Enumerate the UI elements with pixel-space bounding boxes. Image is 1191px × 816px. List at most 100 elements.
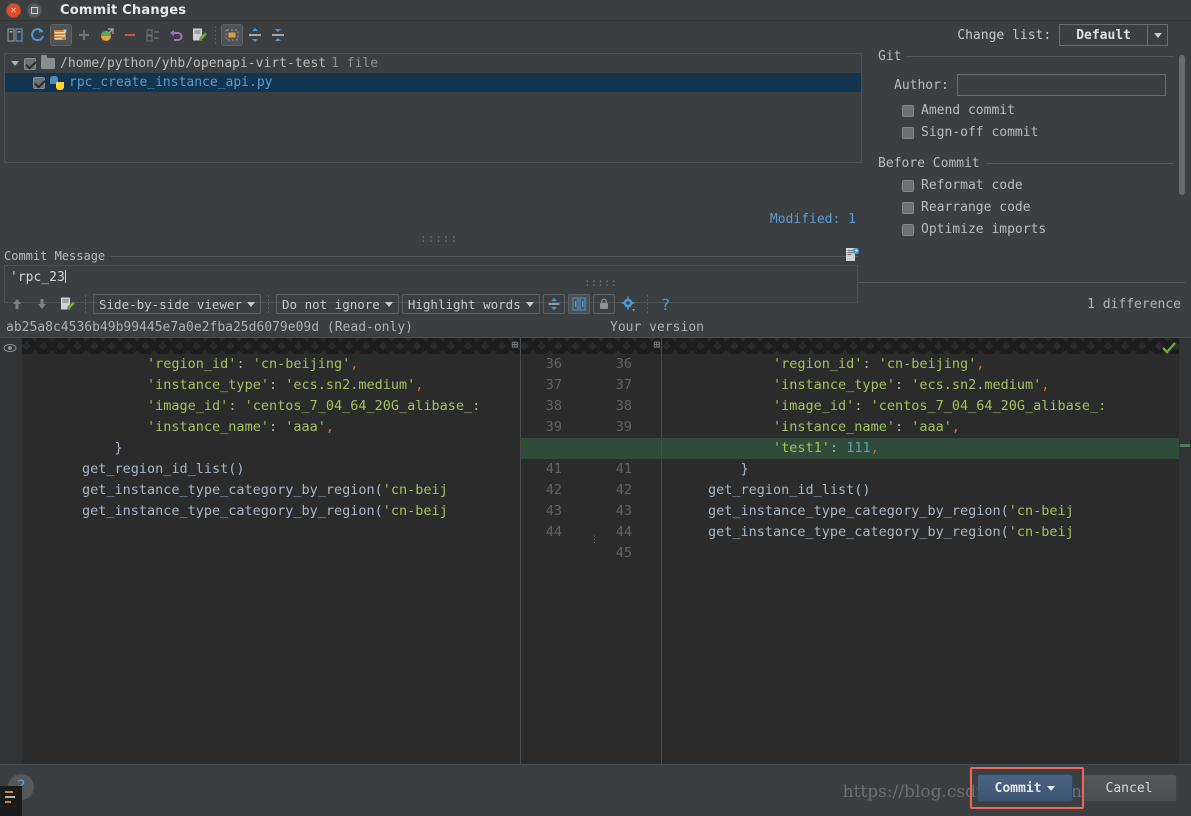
expand-all-icon[interactable] bbox=[244, 24, 266, 46]
checkbox-box[interactable] bbox=[902, 201, 914, 214]
line-number: 38 bbox=[615, 398, 632, 414]
cancel-button-label: Cancel bbox=[1105, 780, 1153, 796]
modified-status: Modified: 1 bbox=[770, 212, 856, 227]
checkbox-box[interactable] bbox=[902, 179, 914, 192]
upper-panel: /home/python/yhb/openapi-virt-test 1 fil… bbox=[0, 49, 1191, 303]
chevron-down-icon[interactable] bbox=[1047, 785, 1056, 791]
eye-icon[interactable] bbox=[3, 341, 17, 355]
checkbox-box[interactable] bbox=[902, 223, 914, 236]
collapse-unchanged-icon[interactable] bbox=[542, 294, 565, 314]
edit-source-icon[interactable] bbox=[56, 293, 78, 315]
collapse-all-icon[interactable] bbox=[267, 24, 289, 46]
window-title-bar: ✕ Commit Changes bbox=[0, 0, 1191, 21]
remove-icon[interactable] bbox=[119, 24, 141, 46]
chevron-down-icon[interactable] bbox=[525, 301, 534, 307]
root-file-count: 1 file bbox=[331, 56, 379, 71]
checkbox-box[interactable] bbox=[902, 104, 914, 117]
close-icon[interactable]: ✕ bbox=[6, 2, 21, 18]
left-collapsed-marker[interactable]: ⊞ bbox=[22, 338, 520, 354]
commit-button[interactable]: Commit bbox=[977, 774, 1073, 802]
highlight-mode-select[interactable]: Highlight words bbox=[401, 294, 540, 314]
chevron-down-icon[interactable] bbox=[1147, 25, 1167, 45]
splitter-handle[interactable]: ::::: bbox=[420, 232, 458, 245]
viewer-mode-select[interactable]: Side-by-side viewer bbox=[93, 294, 261, 314]
chevron-down-icon[interactable] bbox=[11, 61, 19, 66]
folder-icon bbox=[41, 55, 55, 69]
code-line: 'region_id': 'cn-beijing', bbox=[147, 356, 359, 372]
expand-icon[interactable]: ⊞ bbox=[653, 338, 660, 351]
arrow-up-icon[interactable] bbox=[6, 293, 28, 315]
rearrange-code-checkbox[interactable]: Rearrange code bbox=[902, 200, 1191, 215]
viewer-mode-value: Side-by-side viewer bbox=[99, 296, 242, 312]
changelist-select[interactable]: Default bbox=[1059, 24, 1168, 46]
root-checkbox[interactable] bbox=[24, 57, 36, 70]
show-whitespace-icon[interactable] bbox=[567, 294, 590, 314]
code-line: get_instance_type_category_by_region('cn… bbox=[708, 524, 1074, 540]
code-line: get_region_id_list() bbox=[708, 482, 871, 498]
lock-icon[interactable] bbox=[592, 294, 615, 314]
cancel-button[interactable]: Cancel bbox=[1081, 774, 1177, 802]
right-overview-strip[interactable] bbox=[1179, 338, 1191, 777]
left-diff-pane[interactable]: ⊞ 'region_id': 'cn-beijing', 'instance_t… bbox=[22, 338, 520, 777]
toolbar-separator bbox=[646, 295, 648, 313]
changes-right-panel: Git Author: Amend commit Sign-off commit… bbox=[866, 49, 1191, 273]
line-number: 45 bbox=[615, 545, 632, 561]
author-row: Author: bbox=[894, 74, 1191, 96]
file-tree[interactable]: /home/python/yhb/openapi-virt-test 1 fil… bbox=[4, 53, 862, 163]
reformat-code-checkbox[interactable]: Reformat code bbox=[902, 178, 1191, 193]
rearrange-code-label: Rearrange code bbox=[921, 200, 1031, 215]
line-number: 36 bbox=[615, 356, 632, 372]
commit-message-label: Commit Message bbox=[4, 249, 106, 263]
line-number: 43 bbox=[615, 503, 632, 519]
optimize-imports-label: Optimize imports bbox=[921, 222, 1047, 237]
commit-history-icon[interactable] bbox=[844, 247, 860, 263]
expand-select-icon[interactable] bbox=[142, 24, 164, 46]
group-by-directory-icon[interactable] bbox=[221, 24, 243, 46]
root-path: /home/python/yhb/openapi-virt-test bbox=[60, 56, 327, 71]
drag-dots[interactable]: ⋮ bbox=[590, 536, 599, 545]
gear-icon[interactable] bbox=[618, 293, 640, 315]
python-file-icon bbox=[50, 75, 64, 90]
diff-body[interactable]: ⊞ 'region_id': 'cn-beijing', 'instance_t… bbox=[0, 337, 1191, 777]
arrow-down-icon[interactable] bbox=[31, 293, 53, 315]
chevron-down-icon[interactable] bbox=[247, 301, 255, 307]
code-line: } bbox=[82, 440, 123, 456]
move-to-changelist-icon[interactable] bbox=[96, 24, 118, 46]
right-panel-scrollbar[interactable] bbox=[1179, 55, 1185, 195]
optimize-imports-checkbox[interactable]: Optimize imports bbox=[902, 222, 1191, 237]
code-line: 'instance_type': 'ecs.sn2.medium', bbox=[773, 377, 1050, 393]
maximize-icon[interactable] bbox=[27, 2, 42, 18]
tree-row-file[interactable]: rpc_create_instance_api.py bbox=[5, 73, 861, 92]
file-checkbox[interactable] bbox=[33, 76, 45, 89]
checkbox-box[interactable] bbox=[902, 126, 914, 139]
add-icon[interactable] bbox=[73, 24, 95, 46]
question-icon[interactable]: ? bbox=[655, 293, 677, 315]
chevron-down-icon[interactable] bbox=[384, 301, 393, 307]
expand-icon[interactable]: ⊞ bbox=[511, 338, 518, 351]
diff-separator-zone: ⊞ 363738394041424344 3637383940414243444… bbox=[520, 338, 662, 777]
revert-icon[interactable] bbox=[165, 24, 187, 46]
show-diff-icon[interactable] bbox=[4, 24, 26, 46]
center-collapsed-marker[interactable]: ⊞ bbox=[520, 338, 662, 354]
diff-splitter-handle[interactable]: ::::: bbox=[584, 276, 617, 289]
amend-commit-checkbox[interactable]: Amend commit bbox=[902, 103, 1191, 118]
file-name: rpc_create_instance_api.py bbox=[69, 75, 273, 90]
left-gutter-strip bbox=[0, 338, 22, 777]
change-marker bbox=[1180, 444, 1190, 447]
signoff-commit-checkbox[interactable]: Sign-off commit bbox=[902, 125, 1191, 140]
edit-source-icon[interactable] bbox=[188, 24, 210, 46]
right-collapsed-marker[interactable] bbox=[662, 338, 1191, 354]
right-diff-pane[interactable]: 'region_id': 'cn-beijing', 'instance_typ… bbox=[662, 338, 1191, 777]
commit-button-label: Commit bbox=[994, 780, 1042, 796]
code-line: 'instance_name': 'aaa', bbox=[773, 419, 960, 435]
dialog-buttons: Commit Cancel bbox=[970, 767, 1177, 809]
ignore-mode-select[interactable]: Do not ignore bbox=[276, 294, 399, 314]
line-number: 39 bbox=[545, 419, 562, 435]
author-field[interactable] bbox=[956, 74, 1166, 96]
group-by-icon[interactable]: × bbox=[50, 24, 72, 46]
code-line: 'image_id': 'centos_7_04_64_20G_alibase_… bbox=[147, 398, 481, 414]
tree-row-root[interactable]: /home/python/yhb/openapi-virt-test 1 fil… bbox=[5, 54, 861, 73]
line-number: 42 bbox=[615, 482, 632, 498]
svg-text:×: × bbox=[63, 27, 67, 35]
refresh-icon[interactable] bbox=[27, 24, 49, 46]
